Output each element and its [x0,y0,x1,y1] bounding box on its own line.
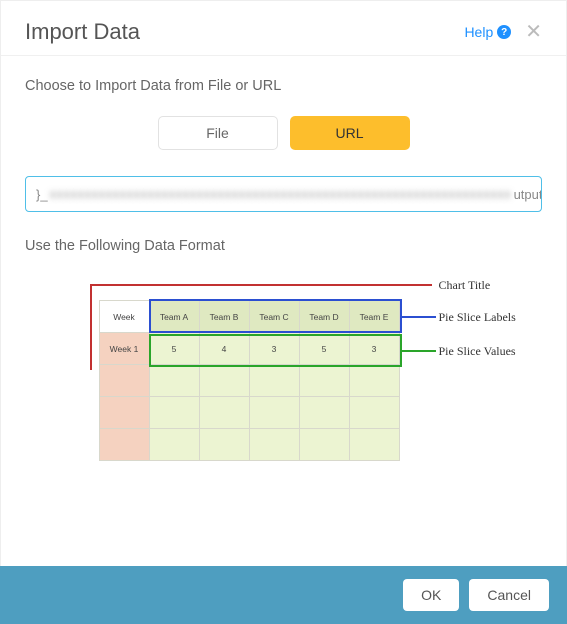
empty-cell [199,429,249,461]
url-obscured: xxxxxxxxxxxxxxxxxxxxxxxxxxxxxxxxxxxxxxxx… [50,187,512,201]
help-icon: ? [497,25,511,39]
empty-cell [199,397,249,429]
value-cell: 5 [149,333,199,365]
col-header: Team C [249,301,299,333]
empty-cell [249,397,299,429]
url-lead: }_ [36,187,48,202]
tab-file[interactable]: File [158,116,278,150]
empty-row-label [99,429,149,461]
empty-cell [349,429,399,461]
empty-row-label [99,397,149,429]
empty-cell [149,429,199,461]
empty-cell [249,429,299,461]
value-cell: 3 [349,333,399,365]
empty-cell [349,397,399,429]
anno-slice-values: Pie Slice Values [439,344,516,359]
help-label: Help [464,24,493,40]
col-header: Team B [199,301,249,333]
value-cell: 4 [199,333,249,365]
dialog-header: Import Data Help ? ✕ [1,1,566,56]
value-cell: 3 [249,333,299,365]
col-header: Team A [149,301,199,333]
dialog-title: Import Data [25,19,464,45]
row-label: Week 1 [99,333,149,365]
empty-cell [299,429,349,461]
corner-cell: Week [99,301,149,333]
cancel-button[interactable]: Cancel [469,579,549,611]
help-link[interactable]: Help ? [464,24,511,40]
url-tail: utput=csv [514,187,542,202]
format-table: Week Team A Team B Team C Team D Team E … [99,300,400,461]
col-header: Team D [299,301,349,333]
col-header: Team E [349,301,399,333]
value-cell: 5 [299,333,349,365]
ok-button[interactable]: OK [403,579,459,611]
close-icon[interactable]: ✕ [525,22,542,42]
connector-line-icon [402,316,436,318]
empty-cell [349,365,399,397]
empty-cell [299,365,349,397]
tab-url[interactable]: URL [290,116,410,150]
bracket-line-icon [400,284,432,286]
format-instruction: Use the Following Data Format [25,238,542,254]
empty-cell [299,397,349,429]
dialog-footer: OK Cancel [0,566,567,624]
empty-cell [149,397,199,429]
empty-cell [249,365,299,397]
empty-row-label [99,365,149,397]
connector-line-icon [402,350,436,352]
source-tabs: File URL [25,116,542,150]
anno-chart-title: Chart Title [439,278,491,293]
choose-instruction: Choose to Import Data from File or URL [25,78,542,94]
empty-cell [149,365,199,397]
url-input[interactable]: }_ xxxxxxxxxxxxxxxxxxxxxxxxxxxxxxxxxxxxx… [25,176,542,212]
empty-cell [199,365,249,397]
anno-slice-labels: Pie Slice Labels [439,310,516,325]
dialog-body: Choose to Import Data from File or URL F… [1,56,566,482]
format-diagram: Week Team A Team B Team C Team D Team E … [44,282,524,482]
